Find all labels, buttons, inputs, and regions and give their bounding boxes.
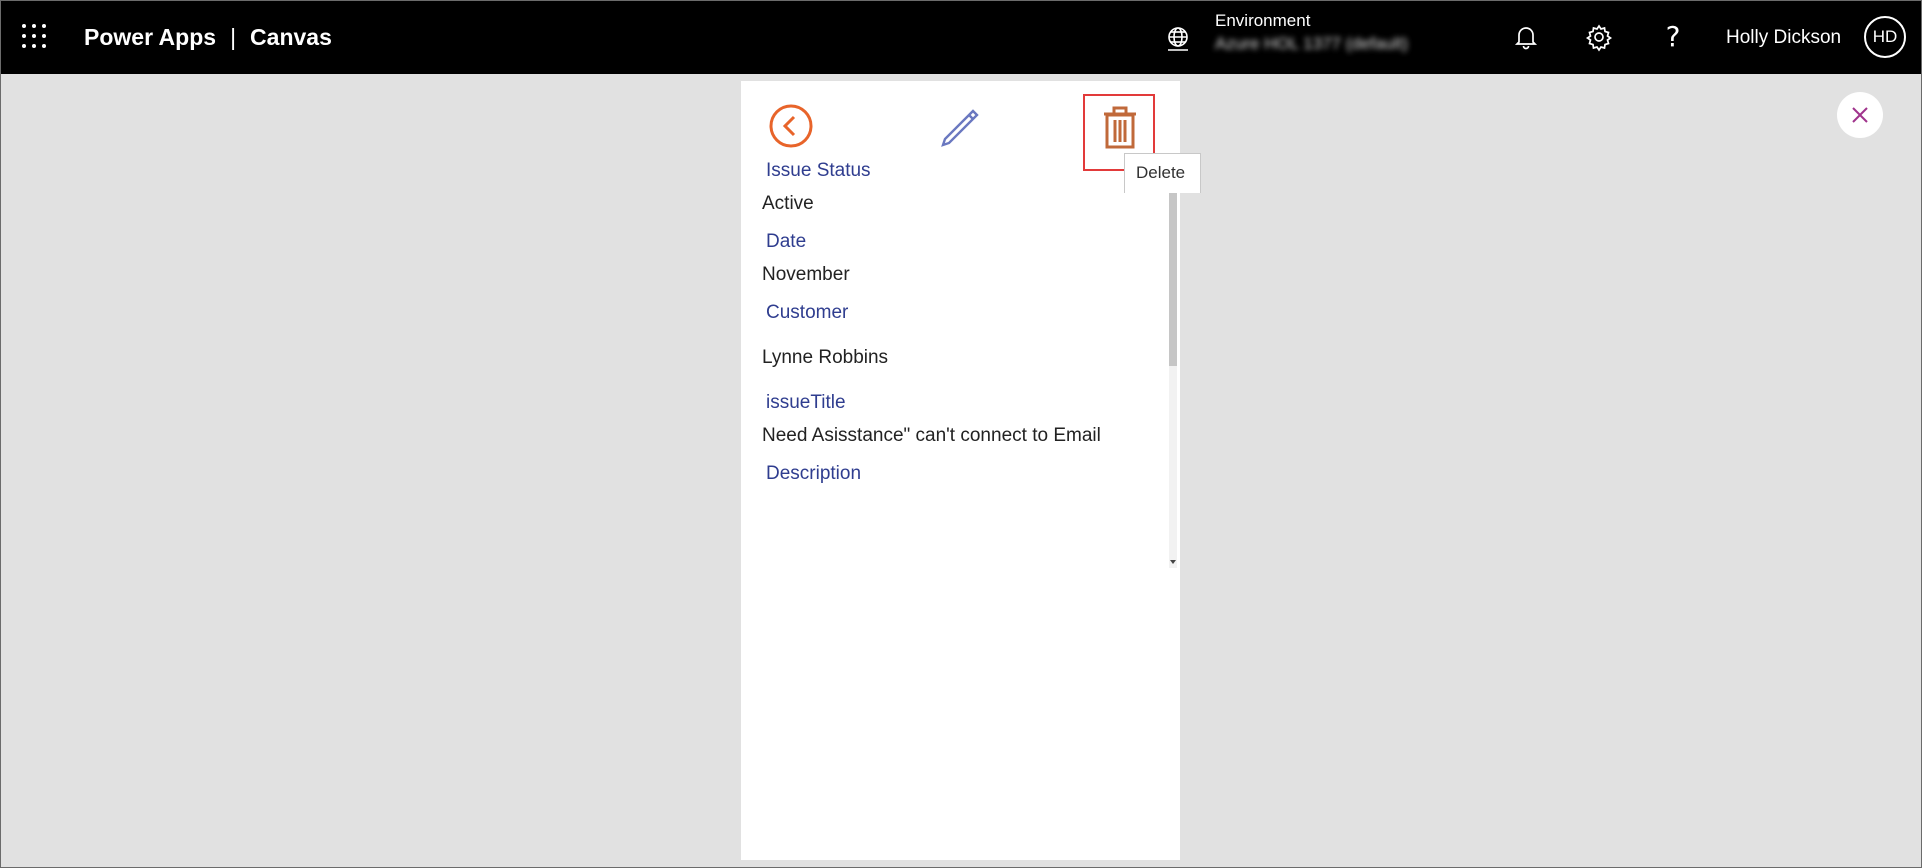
top-bar: Power Apps | Canvas Environment Azure HOL … — [0, 0, 1922, 74]
scrollbar[interactable] — [1169, 193, 1177, 568]
trash-icon — [1104, 106, 1136, 149]
date-value: November — [762, 264, 850, 285]
scroll-thumb[interactable] — [1169, 193, 1177, 366]
app-launcher-icon[interactable] — [22, 24, 48, 50]
app-title[interactable]: Power Apps | Canvas — [84, 24, 332, 51]
customer-label: Customer — [766, 302, 849, 323]
back-chevron-icon[interactable] — [769, 104, 813, 148]
app-name: Power Apps — [84, 24, 217, 50]
avatar[interactable]: HD — [1864, 16, 1906, 58]
close-button[interactable] — [1837, 92, 1883, 138]
environment-picker[interactable]: Environment Azure HOL 1377 (default) — [1215, 11, 1451, 56]
scroll-down-icon[interactable] — [1170, 560, 1176, 564]
user-name[interactable]: Holly Dickson — [1726, 27, 1841, 49]
date-label: Date — [766, 231, 807, 252]
pencil-icon[interactable] — [937, 105, 981, 149]
issue-title-label: issueTitle — [766, 392, 846, 413]
issue-status-value: Active — [762, 193, 814, 214]
app-type: Canvas — [250, 24, 332, 50]
gear-icon[interactable] — [1584, 22, 1614, 52]
issue-title-value: Need Asisstance" can't connect to Email — [762, 425, 1101, 446]
issue-status-label: Issue Status — [766, 160, 871, 181]
environment-value: Azure HOL 1377 (default) — [1215, 34, 1409, 53]
app-screen: Delete Issue Status Active Date November… — [741, 81, 1201, 860]
delete-tooltip: Delete — [1124, 153, 1201, 193]
close-icon — [1852, 107, 1868, 123]
bell-icon[interactable] — [1511, 22, 1541, 52]
environment-label: Environment — [1215, 11, 1311, 30]
help-icon[interactable]: ? — [1658, 22, 1688, 52]
description-label: Description — [766, 463, 862, 484]
globe-icon[interactable] — [1164, 25, 1192, 53]
customer-value: Lynne Robbins — [762, 347, 889, 368]
title-separator: | — [230, 24, 237, 50]
